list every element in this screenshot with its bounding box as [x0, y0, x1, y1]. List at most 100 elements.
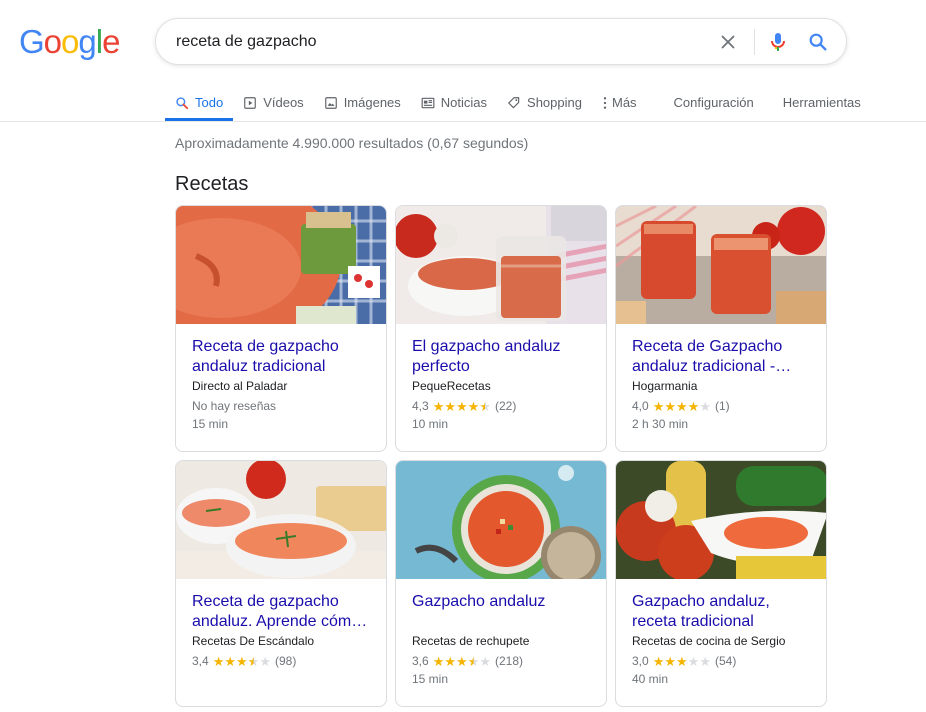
tab-label: Herramientas: [782, 95, 861, 110]
search-box: [155, 18, 847, 65]
recipe-rating: 3,4 ★ ★ ★ ★ ★ (98): [192, 653, 370, 670]
recipe-title[interactable]: Gazpacho andaluz, receta tradicional: [632, 592, 810, 632]
tab-label: Todo: [195, 95, 224, 110]
star-icon: ★: [259, 654, 271, 669]
star-icon: ★: [444, 654, 456, 669]
review-count: (218): [494, 654, 523, 668]
recipe-source: Recetas De Escándalo: [192, 634, 315, 648]
tab-label: Configuración: [673, 95, 754, 110]
star-icon: ★: [687, 654, 700, 669]
recipe-rating: 4,3 ★ ★ ★ ★ ★ (22): [412, 398, 590, 415]
no-reviews-label: No hay reseñas: [192, 399, 277, 413]
recipe-source: Recetas de rechupete: [412, 634, 530, 648]
review-count: (22): [494, 399, 517, 413]
recipe-title[interactable]: Gazpacho andaluz: [412, 592, 590, 632]
star-icon: ★: [664, 399, 676, 414]
recipe-thumbnail[interactable]: [396, 461, 606, 579]
section-title: Recetas: [175, 173, 249, 195]
recipe-source: PequeRecetas: [412, 379, 491, 393]
microphone-icon: [771, 33, 785, 51]
star-icon: ★: [456, 654, 468, 669]
recipe-source: Hogarmania: [632, 379, 698, 393]
recipe-card[interactable]: Receta de Gazpacho andaluz tradicional -…: [615, 205, 827, 452]
voice-search-button[interactable]: [766, 30, 790, 54]
search-box-divider: [754, 29, 755, 55]
recipe-source: Recetas de cocina de Sergio: [632, 634, 786, 648]
recipe-title[interactable]: Receta de Gazpacho andaluz tradicional -…: [632, 337, 810, 377]
more-vert-icon: [602, 96, 608, 110]
star-icon: ★: [687, 399, 700, 414]
search-results-page: Google Todo: [0, 0, 926, 712]
star-rating: ★ ★ ★ ★ ★: [653, 655, 711, 668]
recipe-title[interactable]: Receta de gazpacho andaluz. Aprende cóm…: [192, 592, 370, 632]
tab-imagenes[interactable]: Imágenes: [314, 84, 411, 121]
recipe-card[interactable]: El gazpacho andaluz perfecto PequeReceta…: [395, 205, 607, 452]
star-icon: ★: [676, 399, 688, 414]
search-tabs: Todo Vídeos Imágenes Noticias Shopping M…: [165, 84, 926, 121]
search-input[interactable]: [176, 19, 696, 64]
tab-noticias[interactable]: Noticias: [411, 84, 497, 121]
rating-value: 3,6: [412, 654, 429, 668]
tab-videos[interactable]: Vídeos: [233, 84, 313, 121]
tag-icon: [507, 96, 521, 110]
logo-letter: e: [102, 23, 120, 60]
tab-shopping[interactable]: Shopping: [497, 84, 592, 121]
star-icon: ★: [676, 654, 688, 669]
star-icon: ★: [247, 654, 260, 669]
tab-label: Noticias: [440, 95, 488, 110]
tab-configuracion[interactable]: Configuración: [661, 84, 764, 121]
review-count: (98): [274, 654, 297, 668]
news-icon: [421, 96, 435, 110]
star-icon: ★: [432, 399, 445, 414]
clear-search-button[interactable]: [716, 30, 740, 54]
tab-mas[interactable]: Más: [592, 84, 647, 121]
search-icon: [175, 96, 189, 110]
star-rating: ★ ★ ★ ★ ★: [433, 655, 491, 668]
star-icon: ★: [467, 654, 480, 669]
search-submit-button[interactable]: [806, 30, 830, 54]
recipe-time: 40 min: [632, 672, 669, 686]
recipe-rating: 3,6 ★ ★ ★ ★ ★ (218): [412, 653, 590, 670]
recipe-card[interactable]: Gazpacho andaluz Recetas de rechupete 3,…: [395, 460, 607, 707]
recipe-time: 15 min: [192, 417, 229, 431]
recipe-thumbnail[interactable]: [176, 206, 386, 324]
recipe-time: 10 min: [412, 417, 449, 431]
recipe-thumbnail[interactable]: [176, 461, 386, 579]
result-stats: Aproximadamente 4.990.000 resultados (0,…: [175, 135, 529, 151]
review-count: (1): [714, 399, 730, 413]
close-icon: [721, 35, 735, 49]
logo-letter: G: [19, 23, 45, 60]
recipe-card[interactable]: Receta de gazpacho andaluz. Aprende cóm……: [175, 460, 387, 707]
rating-value: 4,3: [412, 399, 429, 413]
star-icon: ★: [699, 654, 711, 669]
recipe-time: 2 h 30 min: [632, 417, 689, 431]
recipe-rating: No hay reseñas: [192, 398, 370, 415]
tab-todo[interactable]: Todo: [165, 84, 234, 121]
star-icon: ★: [444, 399, 456, 414]
recipe-grid: Receta de gazpacho andaluz tradicional D…: [175, 205, 827, 707]
star-rating: ★ ★ ★ ★ ★: [433, 400, 491, 413]
review-count: (54): [714, 654, 737, 668]
recipe-card[interactable]: Receta de gazpacho andaluz tradicional D…: [175, 205, 387, 452]
recipe-title[interactable]: El gazpacho andaluz perfecto: [412, 337, 590, 377]
tab-label: Imágenes: [343, 95, 401, 110]
tab-label: Shopping: [527, 95, 582, 110]
star-icon: ★: [236, 654, 248, 669]
star-icon: ★: [664, 654, 676, 669]
recipe-thumbnail[interactable]: [616, 206, 826, 324]
video-icon: [243, 96, 257, 110]
star-icon: ★: [432, 654, 445, 669]
recipe-source: Directo al Paladar: [192, 379, 288, 393]
rating-value: 4,0: [632, 399, 649, 413]
tab-herramientas[interactable]: Herramientas: [770, 84, 871, 121]
recipe-title[interactable]: Receta de gazpacho andaluz tradicional: [192, 337, 370, 377]
recipe-thumbnail[interactable]: [616, 461, 826, 579]
tab-label: Más: [611, 95, 637, 110]
search-icon: [809, 33, 827, 51]
recipe-card[interactable]: Gazpacho andaluz, receta tradicional Rec…: [615, 460, 827, 707]
recipe-time: 15 min: [412, 672, 449, 686]
star-icon: ★: [652, 654, 665, 669]
recipe-thumbnail[interactable]: [396, 206, 606, 324]
google-logo[interactable]: Google: [19, 22, 120, 62]
image-icon: [324, 96, 338, 110]
